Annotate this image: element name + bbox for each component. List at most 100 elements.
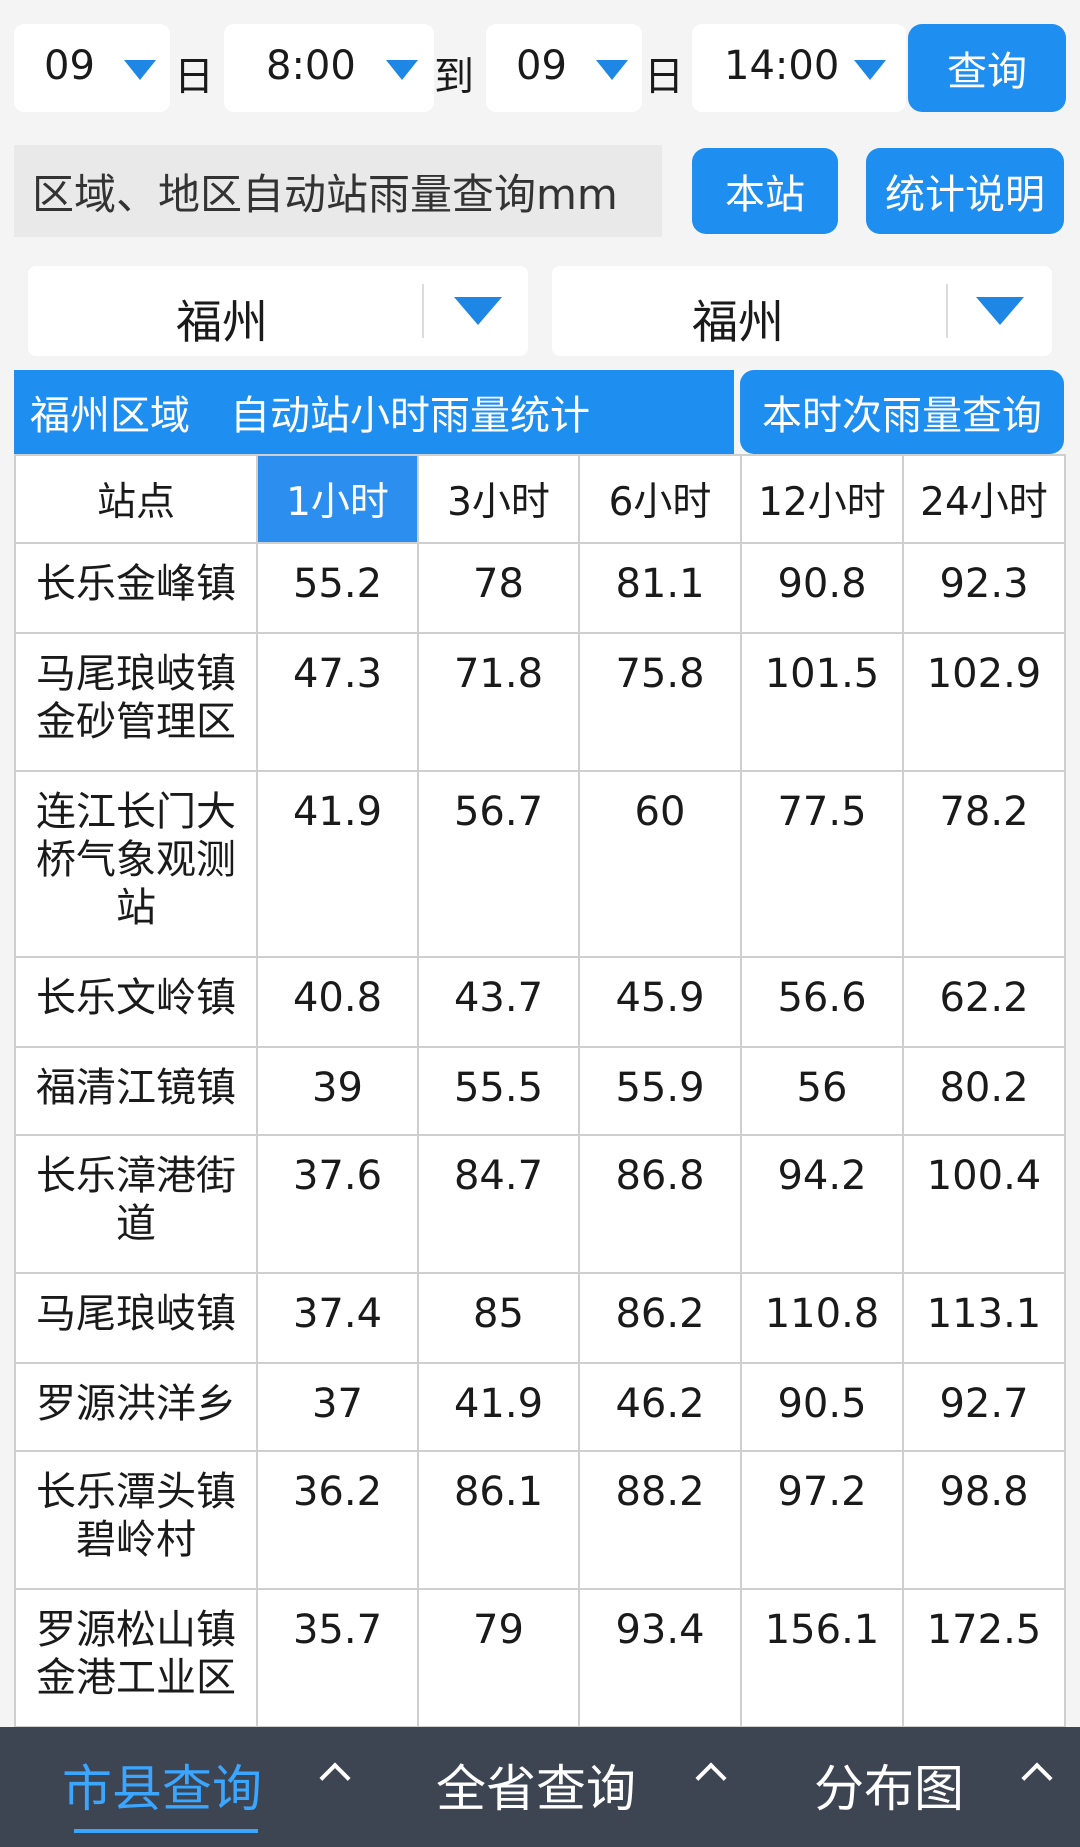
station-name: 福清江镜镇 xyxy=(14,1046,258,1136)
from-time-select[interactable]: 8:00 xyxy=(224,24,434,112)
rain-24h: 172.5 xyxy=(902,1588,1066,1728)
table-row[interactable]: 连江长门大桥气象观测站 41.9 56.7 60 77.5 78.2 xyxy=(14,770,1066,958)
chevron-down-icon xyxy=(854,60,886,80)
rain-24h: 92.3 xyxy=(902,542,1066,634)
station-name: 长乐文岭镇 xyxy=(14,956,258,1048)
rain-24h: 113.1 xyxy=(902,1272,1066,1364)
chevron-up-icon[interactable] xyxy=(319,1762,351,1794)
rain-6h: 46.2 xyxy=(578,1362,742,1452)
rain-1h: 40.8 xyxy=(256,956,419,1048)
station-name: 长乐漳港街道 xyxy=(14,1134,258,1274)
rain-12h: 101.5 xyxy=(740,632,904,772)
dropdown-divider xyxy=(422,284,424,338)
rain-6h: 88.2 xyxy=(578,1450,742,1590)
table-row[interactable]: 罗源洪洋乡 37 41.9 46.2 90.5 92.7 xyxy=(14,1362,1066,1452)
rain-6h: 93.4 xyxy=(578,1588,742,1728)
rain-3h: 41.9 xyxy=(417,1362,580,1452)
rain-1h: 35.7 xyxy=(256,1588,419,1728)
rain-12h: 56.6 xyxy=(740,956,904,1048)
table-row[interactable]: 福清江镜镇 39 55.5 55.9 56 80.2 xyxy=(14,1046,1066,1136)
table-row[interactable]: 马尾琅岐镇金砂管理区 47.3 71.8 75.8 101.5 102.9 xyxy=(14,632,1066,772)
section-title: 福州区域 自动站小时雨量统计 xyxy=(14,370,734,454)
from-time-value: 8:00 xyxy=(266,43,356,89)
rain-12h: 90.5 xyxy=(740,1362,904,1452)
rain-3h: 71.8 xyxy=(417,632,580,772)
region-query-title: 区域、地区自动站雨量查询mm xyxy=(14,145,662,237)
rain-24h: 92.7 xyxy=(902,1362,1066,1452)
chevron-down-icon xyxy=(386,60,418,80)
rainfall-table: 站点 1小时 3小时 6小时 12小时 24小时 长乐金峰镇 55.2 78 8… xyxy=(14,454,1066,1728)
rain-24h: 100.4 xyxy=(902,1134,1066,1274)
city-dropdown-value: 福州 xyxy=(176,295,268,349)
chevron-down-icon xyxy=(596,60,628,80)
rain-12h: 156.1 xyxy=(740,1588,904,1728)
to-day-select[interactable]: 09 xyxy=(486,24,642,112)
rain-1h: 47.3 xyxy=(256,632,419,772)
table-row[interactable]: 长乐金峰镇 55.2 78 81.1 90.8 92.3 xyxy=(14,542,1066,634)
rain-6h: 45.9 xyxy=(578,956,742,1048)
rain-12h: 56 xyxy=(740,1046,904,1136)
station-name: 罗源洪洋乡 xyxy=(14,1362,258,1452)
rain-1h: 37.6 xyxy=(256,1134,419,1274)
station-name: 连江长门大桥气象观测站 xyxy=(14,770,258,958)
table-row[interactable]: 长乐潭头镇碧岭村 36.2 86.1 88.2 97.2 98.8 xyxy=(14,1450,1066,1590)
rain-6h: 81.1 xyxy=(578,542,742,634)
rain-6h: 86.2 xyxy=(578,1272,742,1364)
rain-24h: 98.8 xyxy=(902,1450,1066,1590)
rain-6h: 86.8 xyxy=(578,1134,742,1274)
nav-active-indicator xyxy=(74,1829,258,1833)
rain-3h: 55.5 xyxy=(417,1046,580,1136)
header-1h[interactable]: 1小时 xyxy=(256,454,419,544)
header-6h[interactable]: 6小时 xyxy=(578,454,742,544)
rain-6h: 75.8 xyxy=(578,632,742,772)
dropdown-divider xyxy=(946,284,948,338)
to-day-value: 09 xyxy=(516,43,567,89)
station-name: 马尾琅岐镇 xyxy=(14,1272,258,1364)
station-name: 长乐金峰镇 xyxy=(14,542,258,634)
rain-6h: 55.9 xyxy=(578,1046,742,1136)
day-unit-label: 日 xyxy=(174,54,214,100)
current-rain-query-button[interactable]: 本时次雨量查询 xyxy=(740,370,1064,454)
stats-explain-button[interactable]: 统计说明 xyxy=(866,148,1064,234)
rain-3h: 85 xyxy=(417,1272,580,1364)
table-row[interactable]: 长乐漳港街道 37.6 84.7 86.8 94.2 100.4 xyxy=(14,1134,1066,1274)
header-station: 站点 xyxy=(14,454,258,544)
rain-3h: 78 xyxy=(417,542,580,634)
to-time-select[interactable]: 14:00 xyxy=(692,24,906,112)
nav-province-query[interactable]: 全省查询 xyxy=(436,1749,636,1821)
rain-24h: 102.9 xyxy=(902,632,1066,772)
table-row[interactable]: 长乐文岭镇 40.8 43.7 45.9 56.6 62.2 xyxy=(14,956,1066,1048)
bottom-nav: 市县查询 全省查询 分布图 xyxy=(0,1727,1080,1847)
rain-3h: 84.7 xyxy=(417,1134,580,1274)
rain-1h: 37.4 xyxy=(256,1272,419,1364)
to-label: 到 xyxy=(434,54,474,100)
rain-3h: 79 xyxy=(417,1588,580,1728)
rain-12h: 90.8 xyxy=(740,542,904,634)
rain-24h: 80.2 xyxy=(902,1046,1066,1136)
district-dropdown[interactable]: 福州 xyxy=(552,266,1052,356)
rain-24h: 78.2 xyxy=(902,770,1066,958)
rain-1h: 55.2 xyxy=(256,542,419,634)
nav-distribution-map[interactable]: 分布图 xyxy=(814,1749,964,1821)
nav-city-county-query[interactable]: 市县查询 xyxy=(62,1749,262,1821)
rain-1h: 37 xyxy=(256,1362,419,1452)
this-station-button[interactable]: 本站 xyxy=(692,148,838,234)
table-row[interactable]: 罗源松山镇金港工业区 35.7 79 93.4 156.1 172.5 xyxy=(14,1588,1066,1728)
rain-3h: 86.1 xyxy=(417,1450,580,1590)
rain-12h: 97.2 xyxy=(740,1450,904,1590)
table-header-row: 站点 1小时 3小时 6小时 12小时 24小时 xyxy=(14,454,1066,544)
rain-1h: 39 xyxy=(256,1046,419,1136)
rain-24h: 62.2 xyxy=(902,956,1066,1048)
chevron-up-icon[interactable] xyxy=(1021,1762,1053,1794)
chevron-down-icon xyxy=(976,297,1024,325)
table-row[interactable]: 马尾琅岐镇 37.4 85 86.2 110.8 113.1 xyxy=(14,1272,1066,1364)
city-dropdown[interactable]: 福州 xyxy=(28,266,528,356)
header-12h[interactable]: 12小时 xyxy=(740,454,904,544)
header-3h[interactable]: 3小时 xyxy=(417,454,580,544)
header-24h[interactable]: 24小时 xyxy=(902,454,1066,544)
chevron-down-icon xyxy=(124,60,156,80)
from-day-select[interactable]: 09 xyxy=(14,24,170,112)
search-button[interactable]: 查询 xyxy=(908,24,1066,112)
rain-3h: 56.7 xyxy=(417,770,580,958)
chevron-up-icon[interactable] xyxy=(695,1762,727,1794)
